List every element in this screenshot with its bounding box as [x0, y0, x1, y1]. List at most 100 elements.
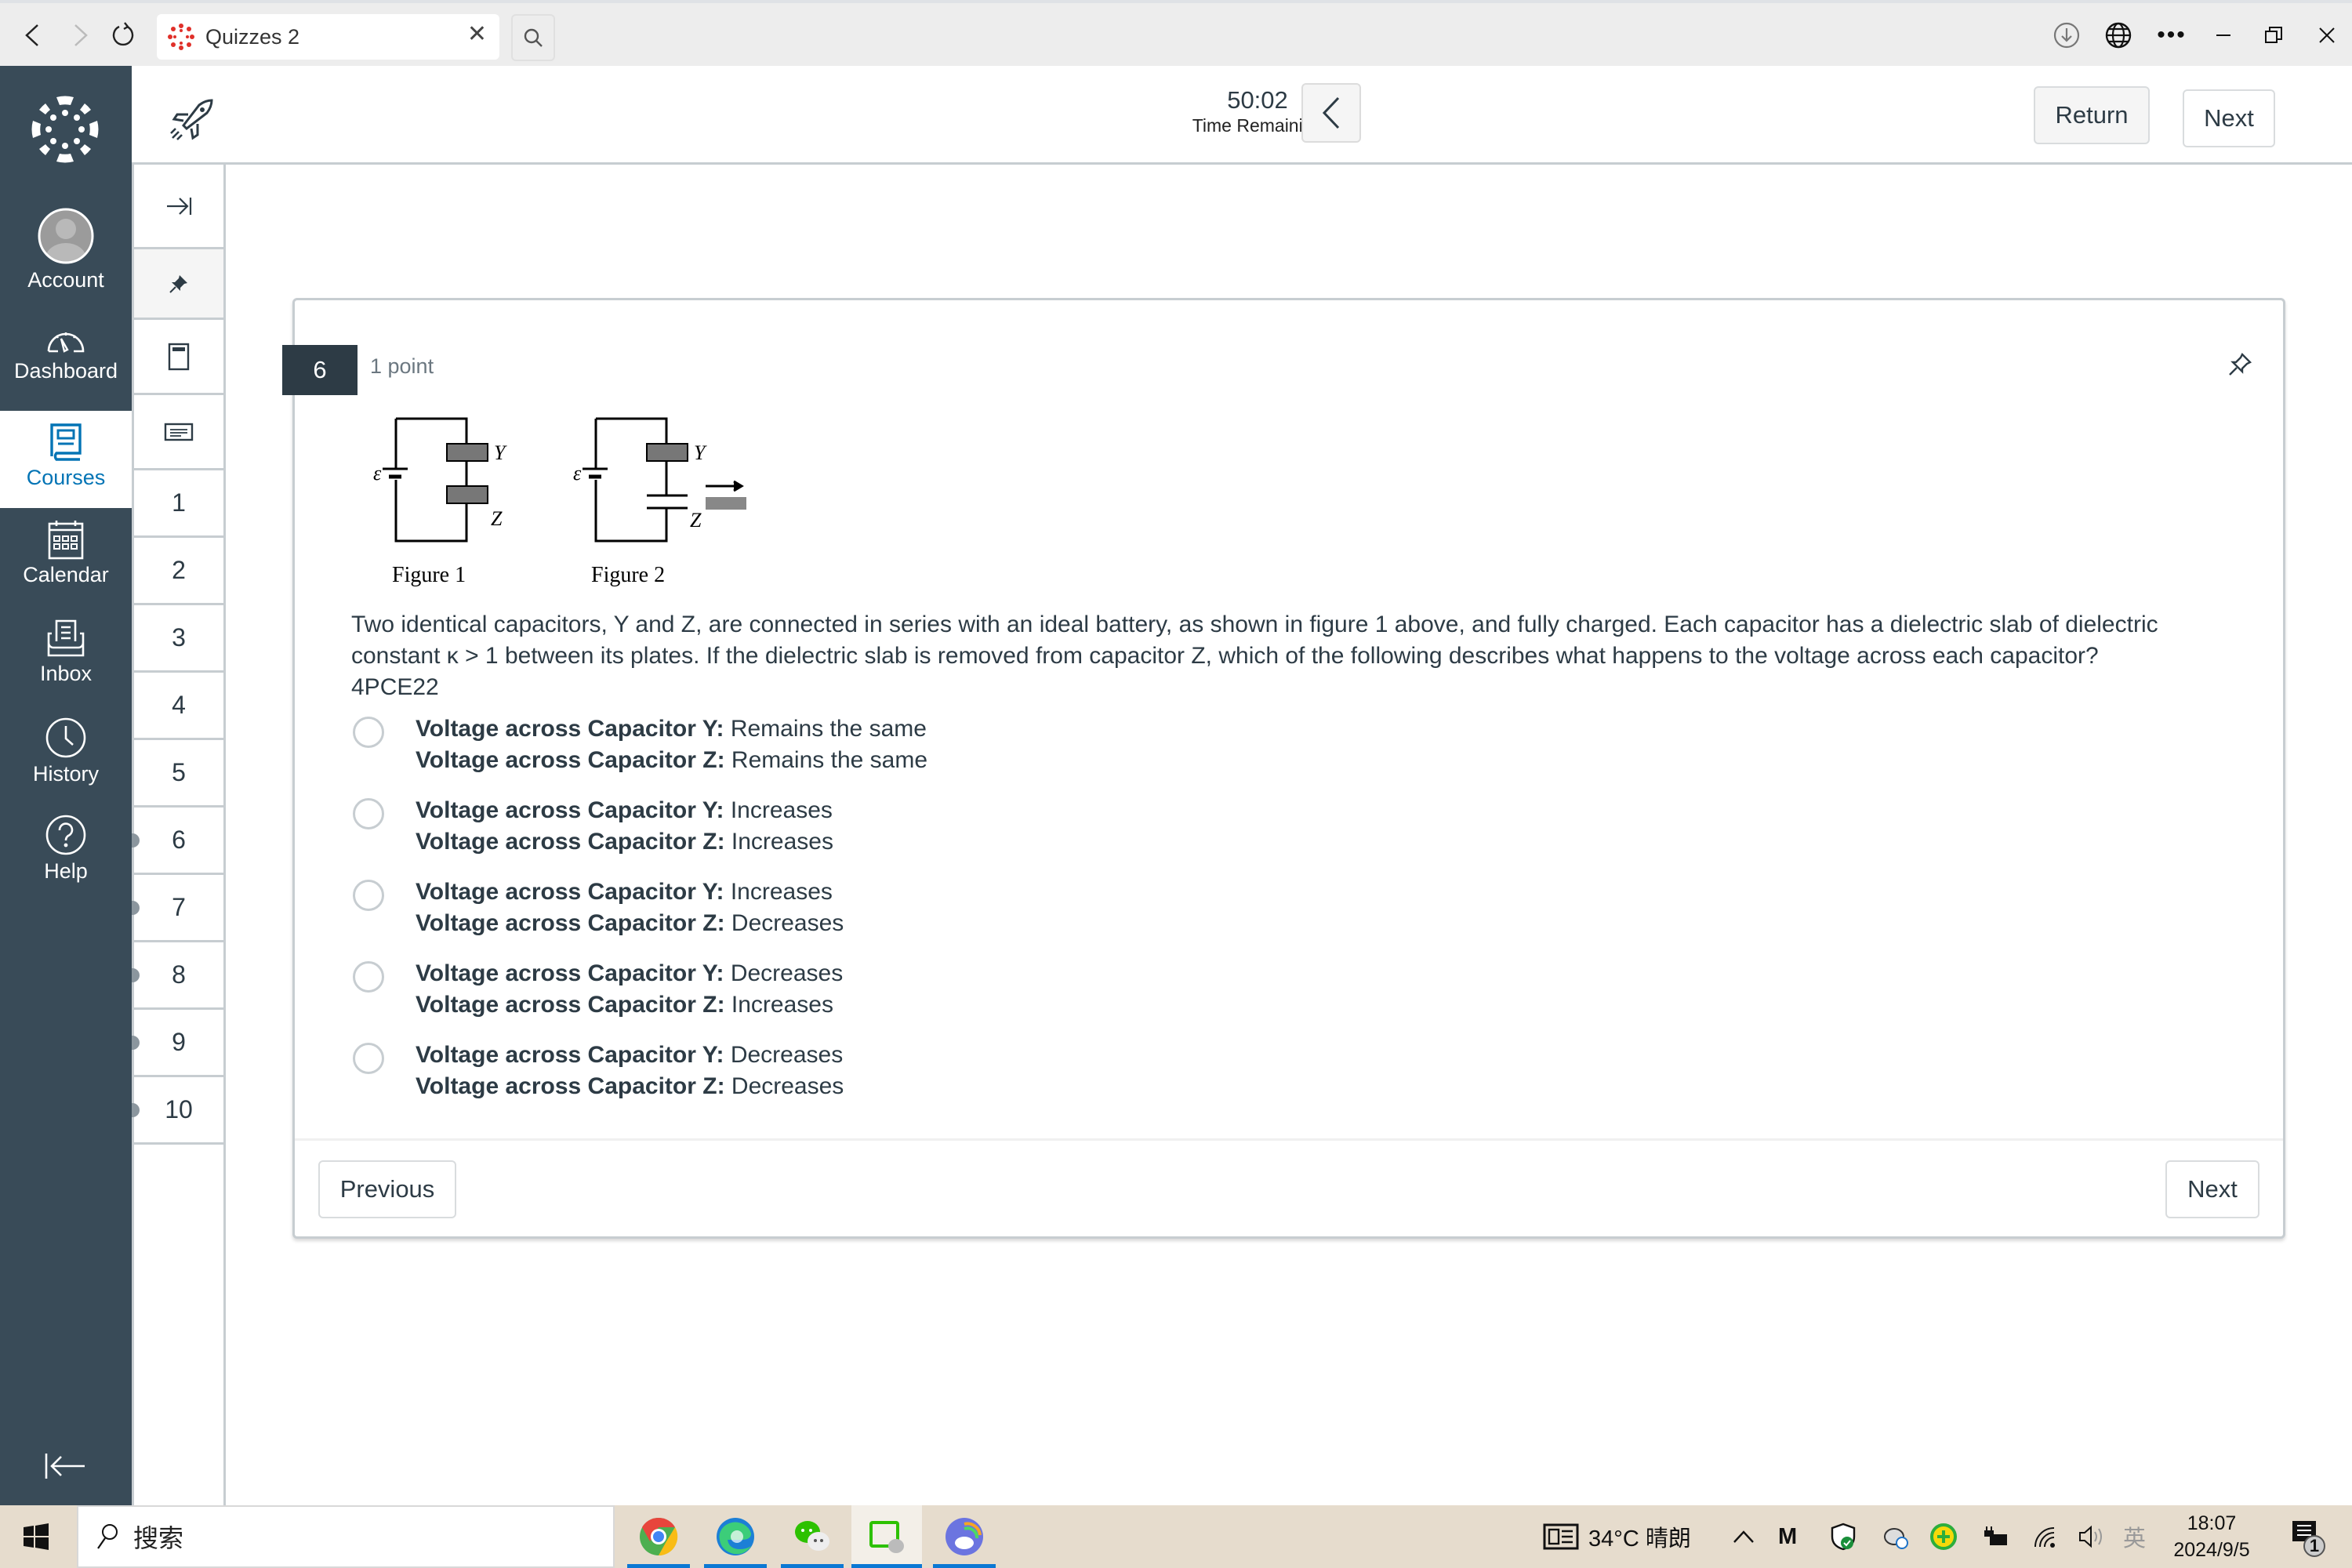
canvas-logo[interactable] [30, 94, 100, 165]
answer-text: Voltage across Capacitor Y: Increases Vol… [416, 877, 844, 939]
answer-line-z: Voltage across Capacitor Z: Decreases [416, 908, 844, 939]
gnav-history[interactable]: History [0, 717, 132, 786]
tray-security[interactable] [1830, 1505, 1857, 1568]
taskbar-app-wechat-devtools[interactable] [851, 1505, 922, 1568]
answer-value: Remains the same [731, 747, 928, 773]
browser-tab[interactable]: Quizzes 2 ✕ [157, 14, 499, 60]
question-points: 1 point [370, 354, 434, 378]
taskbar-search-placeholder: 搜索 [133, 1524, 184, 1552]
collapse-nav-button[interactable] [44, 1450, 88, 1482]
answer-radio[interactable] [353, 717, 384, 748]
volume-icon [2079, 1525, 2102, 1548]
question-nav-item[interactable]: 7 [132, 875, 223, 942]
taskbar-search[interactable]: 搜索 [77, 1505, 615, 1568]
expand-icon [167, 197, 192, 215]
minimize-button[interactable] [2201, 16, 2245, 55]
weather-widget[interactable]: 34°C 晴朗 [1543, 1505, 1691, 1568]
gnav-courses[interactable]: Courses [0, 411, 132, 508]
gnav-help[interactable]: Help [0, 814, 132, 884]
taskbar-app-wechat[interactable] [781, 1505, 844, 1568]
question-nav-item[interactable]: 9 [132, 1010, 223, 1077]
expand-panel-button[interactable] [134, 165, 223, 249]
tray-onedrive[interactable] [1882, 1505, 1910, 1568]
rocket-icon[interactable] [168, 97, 215, 144]
more-button[interactable]: ••• [2150, 16, 2194, 55]
pinned-questions-button[interactable] [134, 249, 223, 320]
answer-radio[interactable] [353, 798, 384, 829]
answer-radio[interactable] [353, 880, 384, 911]
pin-question-icon[interactable] [2227, 351, 2253, 378]
close-window-icon [2319, 27, 2335, 43]
pin-icon [169, 274, 187, 293]
tab-search-button[interactable] [511, 14, 555, 61]
question-nav-label: 6 [172, 826, 186, 854]
clock-time: 18:07 [2187, 1512, 2237, 1534]
answer-value: Decreases [731, 910, 844, 936]
news-icon [1543, 1523, 1579, 1550]
notification-center-button[interactable]: 1 [2288, 1518, 2327, 1559]
translate-button[interactable] [2096, 16, 2140, 55]
notes-button[interactable] [134, 395, 223, 470]
question-nav-item[interactable]: 6 [132, 808, 223, 875]
gnav-label: Account [27, 268, 104, 292]
forward-button[interactable] [61, 16, 100, 55]
cap-z-label: Z [690, 509, 702, 532]
start-button[interactable] [22, 1523, 50, 1551]
toggle-timer-button[interactable] [1301, 83, 1361, 143]
reload-button[interactable] [103, 16, 143, 55]
gnav-inbox[interactable]: Inbox [0, 619, 132, 686]
gnav-calendar[interactable]: Calendar [0, 519, 132, 587]
question-nav-item[interactable]: 1 [134, 470, 223, 538]
restore-button[interactable] [2252, 16, 2296, 55]
answer-radio[interactable] [353, 961, 384, 993]
question-nav-item[interactable]: 3 [134, 605, 223, 673]
courses-icon [50, 423, 82, 461]
question-nav-item[interactable]: 10 [132, 1077, 223, 1145]
answer-radio[interactable] [353, 1043, 384, 1074]
gnav-dashboard[interactable]: Dashboard [0, 325, 132, 383]
restore-icon [2265, 27, 2282, 43]
system-clock[interactable]: 18:07 2024/9/5 [2161, 1510, 2263, 1563]
back-button[interactable] [13, 16, 52, 55]
dashboard-icon [47, 332, 85, 353]
gnav-label: Calendar [23, 563, 109, 586]
question-nav-item[interactable]: 5 [134, 740, 223, 808]
close-tab-icon[interactable]: ✕ [467, 20, 487, 48]
answer-label: Voltage across Capacitor Y: [416, 960, 724, 986]
answer-text: Voltage across Capacitor Y: Decreases Vol… [416, 1040, 844, 1102]
running-indicator [704, 1564, 767, 1568]
gnav-account[interactable]: Account [0, 207, 132, 292]
ime-indicator[interactable]: 英 [2123, 1505, 2146, 1568]
calculator-button[interactable] [134, 320, 223, 395]
return-button[interactable]: Return [2034, 86, 2150, 144]
tray-volume[interactable] [2078, 1505, 2106, 1568]
taskbar-app-edge[interactable] [704, 1505, 767, 1568]
gnav-label: Dashboard [13, 359, 118, 383]
answered-indicator [132, 900, 140, 915]
question-nav-item[interactable]: 8 [132, 942, 223, 1010]
battery-icon [1984, 1526, 2007, 1545]
downloads-button[interactable] [2045, 16, 2089, 55]
previous-button[interactable]: Previous [318, 1160, 456, 1218]
inbox-icon [47, 619, 85, 657]
tray-app-m[interactable]: M [1778, 1505, 1797, 1568]
question-nav-label: 7 [172, 893, 186, 921]
collapse-nav-icon [45, 1454, 85, 1479]
header-next-button[interactable]: Next [2183, 89, 2275, 147]
answer-line-y: Voltage across Capacitor Y: Increases [416, 795, 833, 826]
show-hidden-icons[interactable] [1733, 1505, 1755, 1568]
question-text-line: Two identical capacitors, Y and Z, are c… [351, 612, 2158, 637]
taskbar-app-cloud[interactable] [933, 1505, 996, 1568]
question-nav-label: 4 [172, 691, 186, 719]
question-nav-item[interactable]: 2 [134, 538, 223, 605]
tray-360[interactable] [1930, 1505, 1957, 1568]
question-nav-item[interactable]: 4 [134, 673, 223, 740]
tray-wifi[interactable] [2032, 1505, 2057, 1568]
taskbar-app-chrome[interactable] [627, 1505, 690, 1568]
emf-label: ε [573, 462, 582, 485]
next-button[interactable]: Next [2165, 1160, 2259, 1218]
answer-line-z: Voltage across Capacitor Z: Remains the … [416, 745, 927, 776]
tray-battery[interactable] [1980, 1505, 2009, 1568]
close-window-button[interactable] [2305, 16, 2349, 55]
running-indicator [933, 1564, 996, 1568]
